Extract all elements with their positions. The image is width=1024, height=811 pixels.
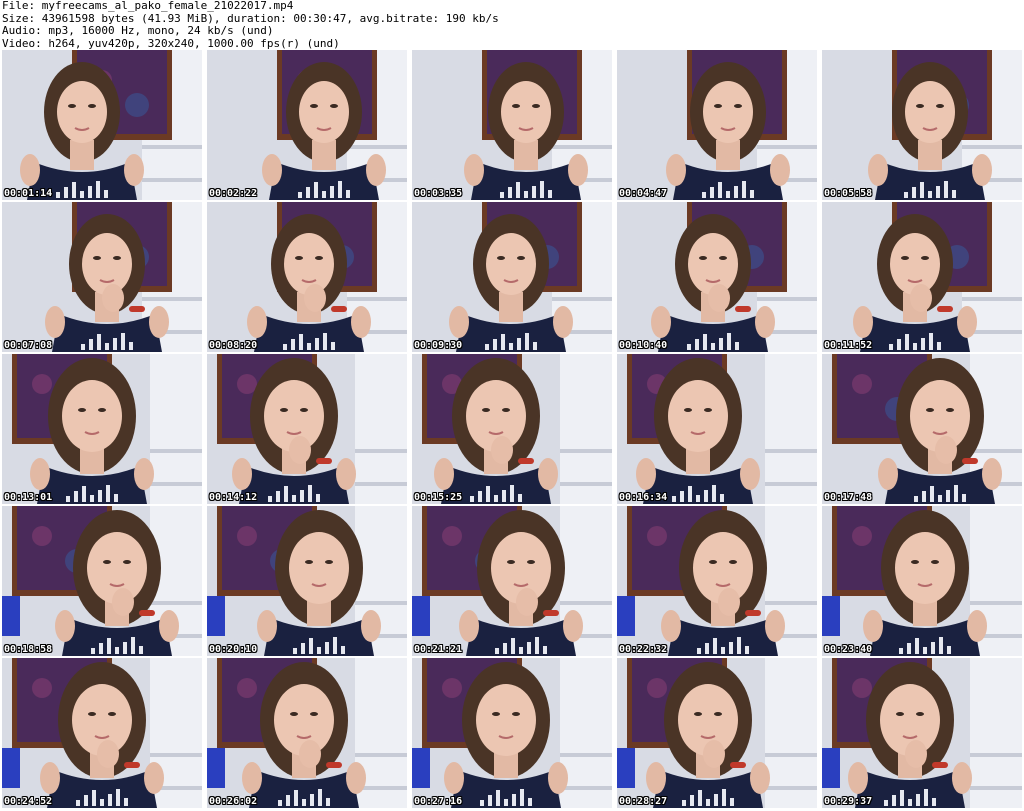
video-frame-thumbnail: 00:02:22 [207, 50, 407, 200]
frame-image [617, 354, 817, 504]
video-frame-thumbnail: 00:26:02 [207, 658, 407, 808]
frame-timestamp: 00:03:35 [414, 188, 463, 199]
video-frame-thumbnail: 00:09:30 [412, 202, 612, 352]
frame-timestamp: 00:26:02 [209, 796, 258, 807]
frame-image [207, 50, 407, 200]
frame-timestamp: 00:14:12 [209, 492, 258, 503]
frame-image [617, 658, 817, 808]
video-frame-thumbnail: 00:10:40 [617, 202, 817, 352]
frame-timestamp: 00:16:34 [619, 492, 668, 503]
frame-image [822, 354, 1022, 504]
video-frame-thumbnail: 00:11:52 [822, 202, 1022, 352]
frame-image [2, 506, 202, 656]
frame-timestamp: 00:08:20 [209, 340, 258, 351]
frame-timestamp: 00:17:48 [824, 492, 873, 503]
frame-timestamp: 00:15:25 [414, 492, 463, 503]
video-frame-thumbnail: 00:27:16 [412, 658, 612, 808]
frame-image [412, 354, 612, 504]
video-frame-thumbnail: 00:16:34 [617, 354, 817, 504]
video-frame-thumbnail: 00:07:08 [2, 202, 202, 352]
video-frame-thumbnail: 00:04:47 [617, 50, 817, 200]
video-frame-thumbnail: 00:21:21 [412, 506, 612, 656]
video-frame-thumbnail: 00:08:20 [207, 202, 407, 352]
frame-image [207, 354, 407, 504]
frame-timestamp: 00:13:01 [4, 492, 53, 503]
frame-timestamp: 00:21:21 [414, 644, 463, 655]
audio-info-line: Audio: mp3, 16000 Hz, mono, 24 kb/s (und… [2, 24, 274, 37]
frame-timestamp: 00:29:37 [824, 796, 873, 807]
frame-timestamp: 00:11:52 [824, 340, 873, 351]
video-frame-thumbnail: 00:29:37 [822, 658, 1022, 808]
video-frame-thumbnail: 00:23:40 [822, 506, 1022, 656]
video-frame-thumbnail: 00:15:25 [412, 354, 612, 504]
frame-image [207, 506, 407, 656]
video-frame-thumbnail: 00:17:48 [822, 354, 1022, 504]
frame-image [617, 202, 817, 352]
video-frame-thumbnail: 00:01:14 [2, 50, 202, 200]
frame-timestamp: 00:24:52 [4, 796, 53, 807]
frame-image [412, 202, 612, 352]
video-frame-thumbnail: 00:22:32 [617, 506, 817, 656]
file-info-header: File: myfreecams_al_pako_female_21022017… [2, 0, 1022, 50]
frame-timestamp: 00:23:40 [824, 644, 873, 655]
frame-image [2, 50, 202, 200]
frame-timestamp: 00:09:30 [414, 340, 463, 351]
frame-timestamp: 00:28:27 [619, 796, 668, 807]
video-frame-thumbnail: 00:03:35 [412, 50, 612, 200]
frame-image [2, 354, 202, 504]
frame-image [412, 506, 612, 656]
frame-image [822, 202, 1022, 352]
frame-image [412, 50, 612, 200]
video-frame-thumbnail: 00:14:12 [207, 354, 407, 504]
frame-timestamp: 00:07:08 [4, 340, 53, 351]
frame-image [207, 658, 407, 808]
frame-image [617, 50, 817, 200]
frame-image [2, 202, 202, 352]
file-name-line: File: myfreecams_al_pako_female_21022017… [2, 0, 294, 12]
video-frame-thumbnail: 00:20:10 [207, 506, 407, 656]
frame-image [2, 658, 202, 808]
frame-image [822, 658, 1022, 808]
video-frame-thumbnail: 00:18:58 [2, 506, 202, 656]
frame-image [822, 506, 1022, 656]
thumbnail-grid: 00:01:14 00:02:22 00:03:35 00:04:47 00:05:58… [2, 50, 1022, 810]
frame-timestamp: 00:04:47 [619, 188, 668, 199]
video-frame-thumbnail: 00:05:58 [822, 50, 1022, 200]
video-frame-thumbnail: 00:28:27 [617, 658, 817, 808]
frame-image [207, 202, 407, 352]
frame-timestamp: 00:20:10 [209, 644, 258, 655]
video-frame-thumbnail: 00:13:01 [2, 354, 202, 504]
frame-image [822, 50, 1022, 200]
frame-timestamp: 00:22:32 [619, 644, 668, 655]
frame-image [617, 506, 817, 656]
frame-timestamp: 00:10:40 [619, 340, 668, 351]
video-info-line: Video: h264, yuv420p, 320x240, 1000.00 f… [2, 36, 340, 50]
frame-timestamp: 00:05:58 [824, 188, 873, 199]
frame-image [412, 658, 612, 808]
frame-timestamp: 00:18:58 [4, 644, 53, 655]
frame-timestamp: 00:02:22 [209, 188, 258, 199]
frame-timestamp: 00:27:16 [414, 796, 463, 807]
frame-timestamp: 00:01:14 [4, 188, 53, 199]
video-frame-thumbnail: 00:24:52 [2, 658, 202, 808]
